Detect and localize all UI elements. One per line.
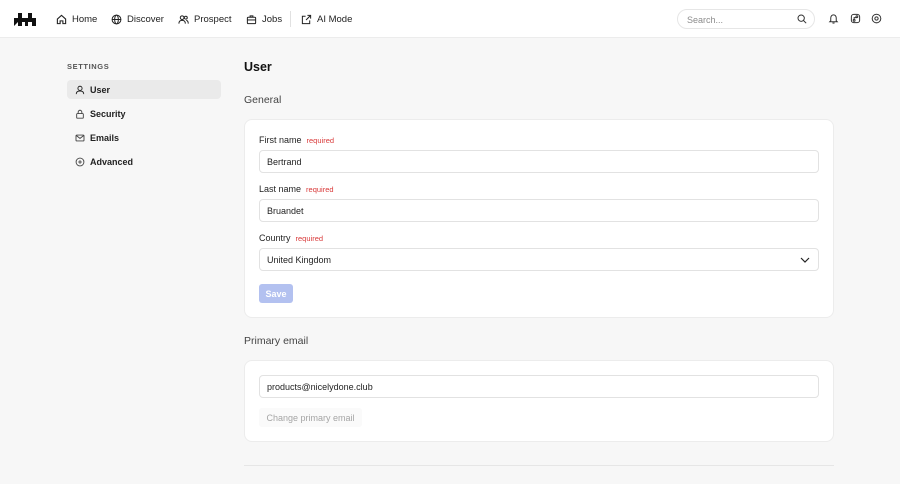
nav-prospect-label: Prospect (194, 13, 232, 25)
top-navigation-bar: Home Discover Prospect Jobs AI Mode (0, 0, 900, 38)
last-name-field[interactable] (259, 199, 819, 222)
chevron-down-icon (800, 257, 810, 263)
nav-jobs-label: Jobs (262, 13, 283, 25)
search-input[interactable] (687, 13, 791, 26)
required-tag: required (306, 136, 335, 145)
bell-icon[interactable] (828, 13, 839, 24)
nav-discover-label: Discover (127, 13, 164, 25)
last-name-label-text: Last name (259, 184, 302, 194)
route-icon[interactable] (850, 13, 861, 24)
sidebar-item-emails[interactable]: Emails (67, 128, 221, 147)
nav-home-label: Home (72, 13, 98, 25)
primary-email-section-title: Primary email (244, 335, 309, 347)
external-link-icon (301, 14, 312, 24)
nav-ai-mode-label: AI Mode (317, 13, 353, 25)
nav-home[interactable]: Home (56, 10, 97, 28)
sidebar-item-label: Emails (90, 132, 120, 143)
sidebar-item-security[interactable]: Security (67, 104, 221, 123)
required-tag: required (295, 234, 324, 243)
nav-ai-mode[interactable]: AI Mode (301, 10, 352, 28)
save-button[interactable]: Save (259, 284, 293, 303)
plus-circle-icon (75, 157, 85, 166)
home-icon (56, 14, 67, 24)
user-icon (75, 85, 85, 94)
country-label: Country required (259, 233, 323, 243)
nav-jobs[interactable]: Jobs (246, 10, 282, 28)
country-select[interactable]: United Kingdom (259, 248, 819, 271)
general-section-title: General (244, 94, 282, 106)
users-icon (178, 14, 189, 24)
search-icon[interactable] (797, 14, 807, 24)
sidebar-item-label: Security (90, 108, 126, 119)
gear-icon[interactable] (871, 13, 882, 24)
briefcase-icon (246, 14, 257, 24)
last-name-label: Last name required (259, 184, 334, 194)
required-tag: required (306, 185, 334, 194)
nav-divider (290, 11, 291, 27)
first-name-label-text: First name (259, 135, 302, 145)
logo-icon[interactable] (14, 11, 36, 27)
primary-email-field[interactable] (259, 375, 819, 398)
nav-prospect[interactable]: Prospect (178, 10, 232, 28)
primary-email-card (244, 360, 834, 442)
change-primary-email-button[interactable]: Change primary email (259, 408, 362, 427)
search-box (677, 9, 815, 29)
settings-heading: SETTINGS (67, 62, 110, 71)
nav-discover[interactable]: Discover (111, 10, 164, 28)
page-title: User (244, 60, 272, 74)
globe-icon (111, 14, 122, 24)
country-label-text: Country (259, 233, 291, 243)
sidebar-item-label: Advanced (90, 156, 134, 167)
first-name-label: First name required (259, 135, 334, 145)
lock-icon (76, 109, 84, 119)
mail-icon (75, 134, 85, 141)
country-value: United Kingdom (267, 254, 332, 265)
sidebar-item-label: User (90, 84, 111, 95)
divider (244, 465, 834, 466)
first-name-field[interactable] (259, 150, 819, 173)
sidebar-item-advanced[interactable]: Advanced (67, 152, 221, 171)
sidebar-item-user[interactable]: User (67, 80, 221, 99)
